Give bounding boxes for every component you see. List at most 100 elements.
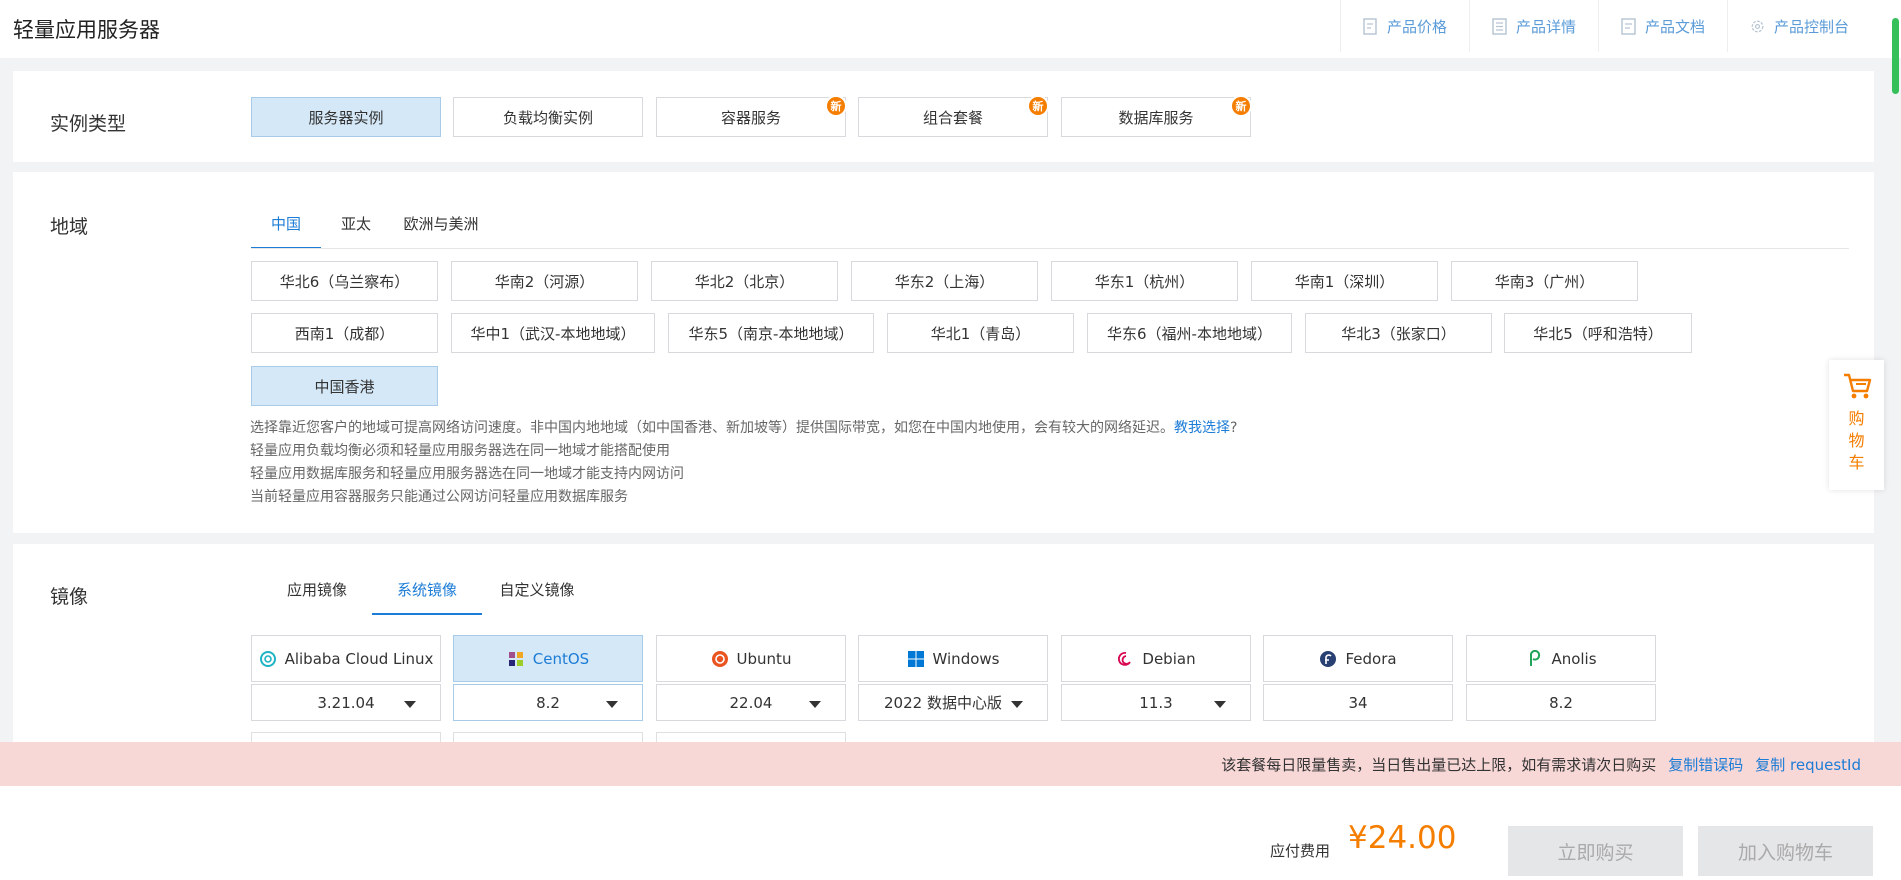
- detail-list-icon: [1492, 17, 1507, 35]
- region-item[interactable]: 华北1（青岛）: [887, 313, 1074, 353]
- os-name: CentOS: [532, 649, 590, 668]
- region-item[interactable]: 华北6（乌兰察布）: [251, 261, 438, 301]
- option-label: 服务器实例: [308, 108, 384, 127]
- product-docs-label: 产品文档: [1644, 17, 1705, 36]
- os-version-select[interactable]: 8.2: [453, 684, 643, 721]
- os-card-alibaba[interactable]: Alibaba Cloud Linux 3.21.04: [251, 635, 441, 721]
- error-message-row: 该套餐每日限量售卖，当日售出量已达上限，如有需求请次日购买 复制错误码 复制 r…: [1221, 754, 1861, 775]
- region-item[interactable]: 华南3（广州）: [1451, 261, 1638, 301]
- product-detail-label: 产品详情: [1515, 17, 1576, 36]
- ubuntu-icon: [711, 650, 728, 667]
- copy-error-code-link[interactable]: 复制错误码: [1668, 754, 1743, 775]
- shopping-cart-icon: [1843, 373, 1871, 399]
- os-version: 34: [1263, 684, 1453, 721]
- os-version-select[interactable]: 11.3: [1061, 684, 1251, 721]
- tab-system-image[interactable]: 系统镜像: [372, 564, 482, 615]
- add-to-cart-button[interactable]: 加入购物车: [1698, 826, 1873, 876]
- region-item[interactable]: 华北3（张家口）: [1305, 313, 1492, 353]
- debian-icon: [1118, 651, 1132, 666]
- image-tabs: 应用镜像 系统镜像 自定义镜像: [262, 564, 592, 615]
- gear-icon: [1751, 20, 1764, 32]
- os-card-anolis[interactable]: Anolis 8.2: [1466, 635, 1656, 721]
- option-label: 负载均衡实例: [502, 108, 593, 127]
- product-price-link[interactable]: 产品价格: [1339, 0, 1469, 52]
- tab-china[interactable]: 中国: [251, 198, 321, 249]
- os-version: 22.04: [729, 693, 773, 712]
- caret-down-icon: [1214, 701, 1226, 708]
- region-item[interactable]: 华中1（武汉-本地地域）: [451, 313, 655, 353]
- buy-now-button[interactable]: 立即购买: [1508, 826, 1683, 876]
- os-name: Windows: [932, 649, 1000, 668]
- help-choose-link[interactable]: 教我选择: [1174, 420, 1230, 436]
- os-head[interactable]: CentOS: [453, 635, 643, 682]
- option-database-service[interactable]: 数据库服务 新: [1061, 95, 1252, 137]
- page-title: 轻量应用服务器: [13, 18, 160, 42]
- windows-icon: [907, 650, 924, 667]
- instance-type-label: 实例类型: [50, 113, 127, 135]
- region-item[interactable]: 华东2（上海）: [851, 261, 1038, 301]
- os-version-select[interactable]: 3.21.04: [251, 684, 441, 721]
- tab-custom-image[interactable]: 自定义镜像: [482, 564, 592, 614]
- region-item[interactable]: 华北2（北京）: [651, 261, 838, 301]
- option-server-instance[interactable]: 服务器实例: [251, 97, 441, 137]
- os-head[interactable]: Debian: [1061, 635, 1251, 682]
- os-version-text: 8.2: [1549, 693, 1573, 712]
- os-head[interactable]: Windows: [858, 635, 1048, 682]
- option-label: 数据库服务: [1118, 108, 1194, 127]
- floating-cart[interactable]: 购物车: [1829, 360, 1884, 490]
- os-name: Alibaba Cloud Linux: [284, 649, 434, 668]
- os-head[interactable]: Anolis: [1466, 635, 1656, 682]
- region-item[interactable]: 华南2（河源）: [451, 261, 638, 301]
- alibaba-cloud-icon: [259, 650, 276, 667]
- os-card-ubuntu[interactable]: Ubuntu 22.04: [656, 635, 846, 721]
- os-version-select[interactable]: 2022 数据中心版: [858, 684, 1048, 721]
- os-head[interactable]: Ubuntu: [656, 635, 846, 682]
- docs-icon: [1621, 17, 1636, 35]
- os-version: 8.2: [536, 693, 560, 712]
- region-label: 地域: [50, 216, 89, 238]
- region-item[interactable]: 华东5（南京-本地地域）: [668, 313, 874, 353]
- option-combo-package[interactable]: 组合套餐 新: [858, 95, 1049, 137]
- tip-line: 轻量应用数据库服务和轻量应用服务器选在同一地域才能支持内网访问: [250, 466, 684, 482]
- region-item[interactable]: 西南1（成都）: [251, 313, 438, 353]
- product-docs-link[interactable]: 产品文档: [1597, 0, 1727, 52]
- tab-europe-americas[interactable]: 欧洲与美洲: [391, 198, 491, 248]
- region-item[interactable]: 华东1（杭州）: [1051, 261, 1238, 301]
- purchase-footer: 应付费用 ¥24.00 立即购买 加入购物车: [0, 786, 1901, 880]
- os-version: 8.2: [1466, 684, 1656, 721]
- product-console-link[interactable]: 产品控制台: [1726, 0, 1871, 52]
- price-value: ¥24.00: [1348, 820, 1457, 856]
- region-item-selected[interactable]: 中国香港: [251, 366, 438, 406]
- os-name: Anolis: [1551, 649, 1597, 668]
- option-container-service[interactable]: 容器服务 新: [656, 95, 847, 137]
- tip-tail: ?: [1230, 420, 1238, 436]
- os-head[interactable]: Fedora: [1263, 635, 1453, 682]
- tab-app-image[interactable]: 应用镜像: [262, 564, 372, 614]
- os-version: 3.21.04: [317, 693, 375, 712]
- product-detail-link[interactable]: 产品详情: [1468, 0, 1598, 52]
- tab-asia-pacific[interactable]: 亚太: [321, 198, 391, 248]
- os-version-select[interactable]: 22.04: [656, 684, 846, 721]
- new-badge: 新: [1230, 95, 1252, 117]
- region-item[interactable]: 华北5（呼和浩特）: [1504, 313, 1692, 353]
- os-card-debian[interactable]: Debian 11.3: [1061, 635, 1251, 721]
- fee-label: 应付费用: [1270, 842, 1331, 860]
- option-label: 组合套餐: [922, 108, 983, 127]
- region-item[interactable]: 华南1（深圳）: [1251, 261, 1438, 301]
- scrollbar-thumb[interactable]: [1892, 18, 1899, 94]
- os-card-windows[interactable]: Windows 2022 数据中心版: [858, 635, 1048, 721]
- copy-request-id-link[interactable]: 复制 requestId: [1755, 754, 1861, 775]
- error-message: 该套餐每日限量售卖，当日售出量已达上限，如有需求请次日购买: [1221, 756, 1657, 774]
- os-card-centos[interactable]: CentOS 8.2: [453, 635, 643, 721]
- caret-down-icon: [809, 701, 821, 708]
- os-head[interactable]: Alibaba Cloud Linux: [251, 635, 441, 682]
- instance-type-panel: 实例类型 服务器实例 负载均衡实例 容器服务 新 组合套餐 新 数据库服务 新: [13, 71, 1874, 162]
- os-card-fedora[interactable]: Fedora 34: [1263, 635, 1453, 721]
- centos-icon: [508, 651, 523, 666]
- os-name: Fedora: [1345, 649, 1397, 668]
- os-name: Debian: [1142, 649, 1196, 668]
- top-links: 产品价格 产品详情 产品文档 产品控制台: [1339, 0, 1871, 58]
- caret-down-icon: [1011, 701, 1023, 708]
- option-load-balancer[interactable]: 负载均衡实例: [453, 97, 643, 137]
- region-item[interactable]: 华东6（福州-本地地域）: [1087, 313, 1292, 353]
